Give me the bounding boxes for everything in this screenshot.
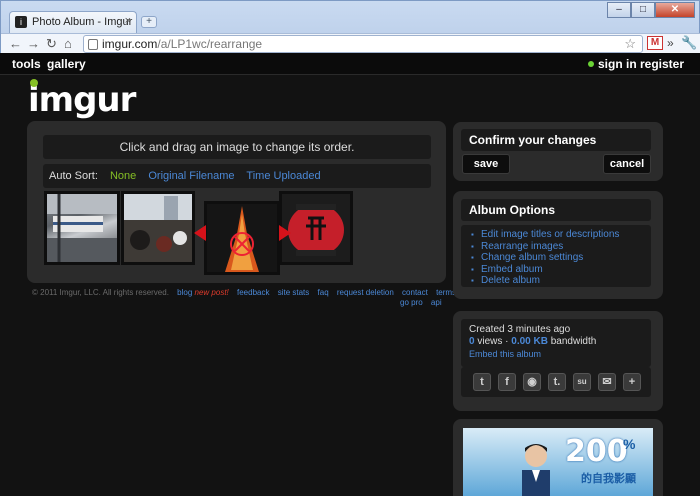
address-bar[interactable]: imgur.com/a/LP1wc/rearrange ☆	[83, 35, 643, 53]
arrow-right-icon	[279, 225, 291, 241]
album-options-list: Edit image titles or descriptions Rearra…	[461, 225, 651, 287]
page-icon	[88, 39, 98, 50]
home-icon[interactable]: ⌂	[64, 36, 72, 51]
arrow-left-icon	[194, 225, 206, 241]
ad-person-image	[522, 444, 550, 496]
views-bandwidth: 0 views · 0.00 KB bandwidth	[469, 336, 651, 348]
footer-blog-link[interactable]: blog	[177, 288, 192, 297]
tab-close-icon[interactable]: ×	[125, 15, 131, 27]
album-stats: Created 3 minutes ago 0 views · 0.00 KB …	[461, 319, 651, 367]
maximize-button[interactable]: □	[631, 2, 655, 18]
wrench-menu-icon[interactable]: 🔧	[681, 35, 697, 51]
minimize-button[interactable]: –	[607, 2, 631, 18]
sort-filename-option[interactable]: Original Filename	[148, 170, 234, 182]
url-path: /a/LP1wc/rearrange	[157, 37, 263, 51]
views-count: 0	[469, 336, 475, 347]
more-extensions-icon[interactable]: »	[667, 36, 674, 50]
rearrange-instruction: Click and drag an image to change its or…	[43, 135, 431, 159]
stumbleupon-icon[interactable]: su	[573, 373, 591, 391]
option-rearrange[interactable]: Rearrange images	[471, 241, 651, 253]
cancel-button[interactable]: cancel	[603, 154, 651, 174]
auto-sort-bar: Auto Sort: None Original Filename Time U…	[43, 164, 431, 188]
created-text: Created 3 minutes ago	[469, 324, 571, 335]
footer-go-pro-link[interactable]: go pro	[400, 298, 423, 307]
bandwidth-label: bandwidth	[550, 336, 597, 347]
album-options-heading: Album Options	[461, 199, 651, 221]
reddit-icon[interactable]: ◉	[523, 373, 541, 391]
close-window-button[interactable]: ✕	[655, 2, 695, 18]
option-change-settings[interactable]: Change album settings	[471, 252, 651, 264]
back-icon[interactable]: ←	[9, 36, 22, 51]
advertisement-banner[interactable]: 200 % 的自我影顯	[463, 428, 653, 496]
lantern-photo-icon	[282, 194, 350, 262]
browser-tab[interactable]: i Photo Album - Imgur ×	[9, 11, 137, 33]
tab-title: Photo Album - Imgur	[32, 16, 133, 28]
ad-subtitle: 的自我影顯	[581, 473, 636, 485]
embed-album-link[interactable]: Embed this album	[469, 348, 651, 360]
footer-links: © 2011 Imgur, LLC. All rights reserved. …	[32, 288, 456, 297]
add-icon[interactable]: +	[623, 373, 641, 391]
logo-dot-icon	[30, 79, 38, 87]
new-tab-button[interactable]: +	[141, 16, 157, 28]
bandwidth-value: 0.00 KB	[511, 336, 548, 347]
sort-time-option[interactable]: Time Uploaded	[246, 170, 320, 182]
copyright-text: © 2011 Imgur, LLC. All rights reserved.	[32, 288, 169, 297]
tokyo-tower-photo-icon	[207, 204, 277, 272]
nav-sign-in[interactable]: sign in	[598, 57, 637, 71]
tumblr-icon[interactable]: t.	[548, 373, 566, 391]
browser-toolbar: ← → ↻ ⌂ imgur.com/a/LP1wc/rearrange ☆ M …	[1, 33, 700, 54]
imgur-favicon-icon: i	[15, 16, 27, 28]
top-navigation: tools gallery sign in register	[0, 53, 700, 75]
confirm-heading: Confirm your changes	[461, 129, 651, 151]
bookmark-star-icon[interactable]: ☆	[624, 36, 636, 52]
status-dot-icon	[588, 61, 594, 67]
nav-tools[interactable]: tools	[12, 57, 41, 71]
save-button[interactable]: save	[462, 154, 510, 174]
window-controls: – □ ✕	[607, 2, 695, 18]
nav-gallery[interactable]: gallery	[47, 57, 86, 71]
album-options-panel: Album Options Edit image titles or descr…	[453, 191, 663, 299]
email-icon[interactable]: ✉	[598, 373, 616, 391]
reload-icon[interactable]: ↻	[46, 36, 57, 52]
gmail-extension-icon[interactable]: M	[647, 36, 663, 50]
option-embed-album[interactable]: Embed album	[471, 264, 651, 276]
footer-feedback-link[interactable]: feedback	[237, 288, 269, 297]
sort-none-option[interactable]: None	[110, 170, 136, 182]
share-bar: t f ◉ t. su ✉ +	[461, 367, 651, 397]
twitter-icon[interactable]: t	[473, 373, 491, 391]
new-post-badge[interactable]: new post!	[195, 288, 229, 297]
forward-icon[interactable]: →	[27, 36, 40, 51]
views-label: views	[477, 336, 503, 347]
image-thumbnail[interactable]	[121, 191, 195, 265]
rearrange-panel: Click and drag an image to change its or…	[27, 121, 446, 283]
image-thumbnail-dragged[interactable]	[204, 201, 280, 275]
footer-links-secondary: go pro api	[400, 298, 448, 307]
stats-separator: ·	[505, 336, 509, 347]
nav-register[interactable]: register	[640, 57, 684, 71]
option-delete-album[interactable]: Delete album	[471, 275, 651, 287]
footer-api-link[interactable]: api	[431, 298, 442, 307]
ad-percent-sign: %	[623, 436, 636, 452]
image-thumbnail[interactable]	[44, 191, 120, 265]
street-photo-icon	[124, 194, 192, 262]
footer-site-stats-link[interactable]: site stats	[278, 288, 310, 297]
imgur-logo[interactable]: imgur	[28, 80, 136, 120]
auto-sort-label: Auto Sort:	[49, 170, 98, 182]
browser-chrome: i Photo Album - Imgur × + – □ ✕ ← → ↻ ⌂ …	[0, 0, 700, 54]
option-edit-titles[interactable]: Edit image titles or descriptions	[471, 229, 651, 241]
confirm-panel: Confirm your changes save cancel	[453, 122, 663, 181]
facebook-icon[interactable]: f	[498, 373, 516, 391]
footer-faq-link[interactable]: faq	[318, 288, 329, 297]
album-stats-panel: Created 3 minutes ago 0 views · 0.00 KB …	[453, 311, 663, 411]
page-content: tools gallery sign in register imgur Cli…	[0, 53, 700, 496]
train-station-photo-icon	[47, 194, 117, 262]
url-host: imgur.com	[102, 37, 158, 51]
footer-request-deletion-link[interactable]: request deletion	[337, 288, 394, 297]
footer-contact-link[interactable]: contact	[402, 288, 428, 297]
ad-headline-number: 200	[565, 434, 628, 469]
